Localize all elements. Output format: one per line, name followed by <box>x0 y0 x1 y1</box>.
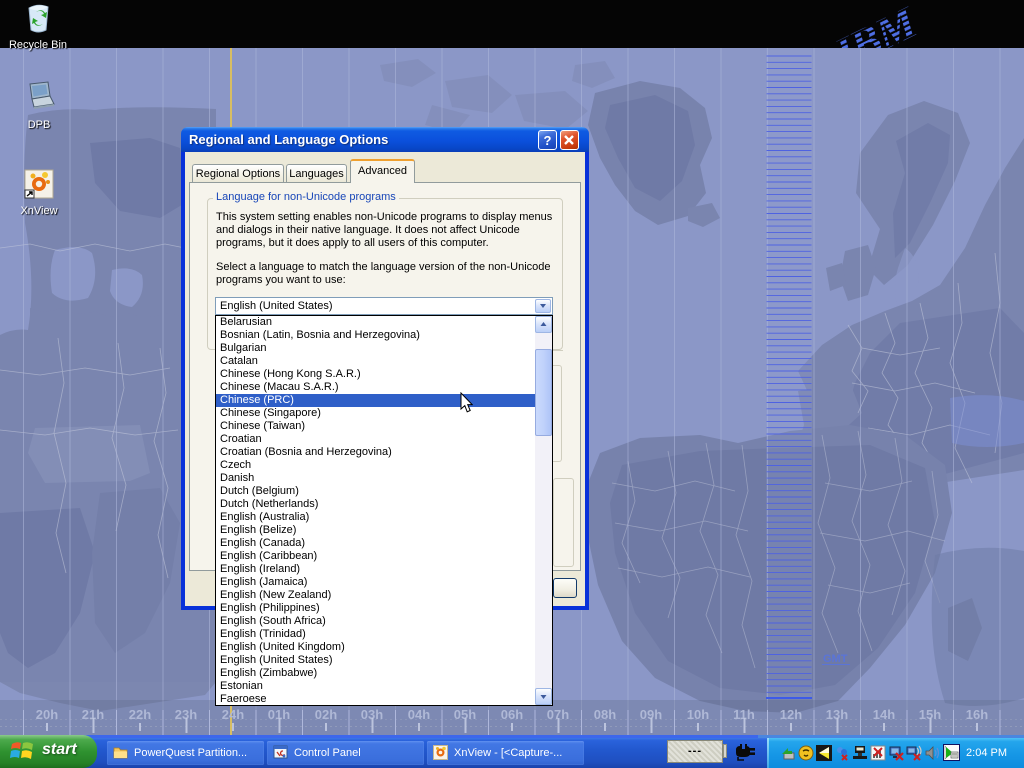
svg-text:20h: 20h <box>36 707 58 722</box>
svg-text:06h: 06h <box>501 707 523 722</box>
svg-text:GMT: GMT <box>823 653 848 665</box>
svg-text:04h: 04h <box>408 707 430 722</box>
svg-text:10h: 10h <box>687 707 709 722</box>
svg-text:08h: 08h <box>594 707 616 722</box>
svg-text:24h: 24h <box>222 707 244 722</box>
svg-text:14h: 14h <box>873 707 895 722</box>
svg-text:IBM: IBM <box>827 0 926 48</box>
svg-text:12h: 12h <box>780 707 802 722</box>
svg-text:02h: 02h <box>315 707 337 722</box>
svg-text:16h: 16h <box>966 707 988 722</box>
svg-text:22h: 22h <box>129 707 151 722</box>
